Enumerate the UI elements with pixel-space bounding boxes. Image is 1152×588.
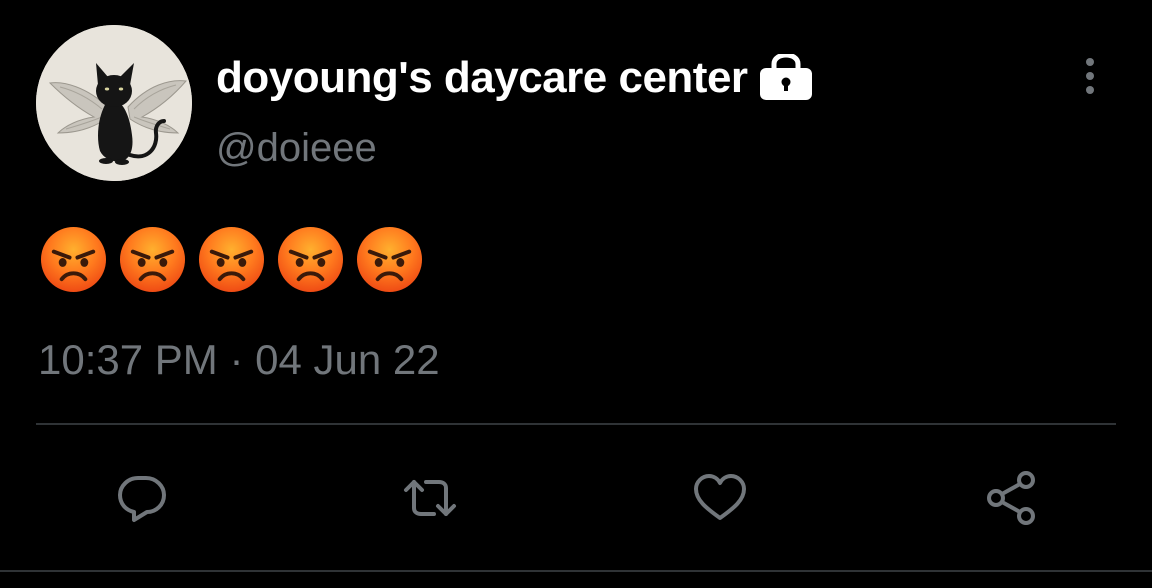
tweet-text xyxy=(40,226,423,293)
heart-icon xyxy=(694,474,746,520)
divider xyxy=(36,423,1116,425)
angry-face-emoji xyxy=(40,226,107,293)
avatar[interactable] xyxy=(36,25,192,181)
angry-face-emoji xyxy=(356,226,423,293)
tweet-card: doyoung's daycare center @doieee 10:37 P… xyxy=(0,0,1152,588)
display-name-row: doyoung's daycare center xyxy=(216,50,814,106)
black-cat-avatar-image xyxy=(36,25,192,181)
angry-face-emoji xyxy=(198,226,265,293)
reply-icon xyxy=(118,476,166,522)
angry-face-emoji xyxy=(119,226,186,293)
tweet-timestamp[interactable]: 10:37 PM · 04 Jun 22 xyxy=(38,336,440,384)
retweet-icon xyxy=(404,480,456,516)
reply-button[interactable] xyxy=(112,468,172,528)
lock-icon xyxy=(758,52,814,102)
user-handle[interactable]: @doieee xyxy=(216,126,377,171)
retweet-button[interactable] xyxy=(400,468,460,528)
share-icon xyxy=(987,471,1035,525)
bottom-divider xyxy=(0,570,1152,572)
angry-face-emoji xyxy=(277,226,344,293)
share-button[interactable] xyxy=(982,468,1042,528)
display-name[interactable]: doyoung's daycare center xyxy=(216,53,748,103)
more-options-icon[interactable] xyxy=(1070,56,1110,96)
like-button[interactable] xyxy=(690,468,750,528)
